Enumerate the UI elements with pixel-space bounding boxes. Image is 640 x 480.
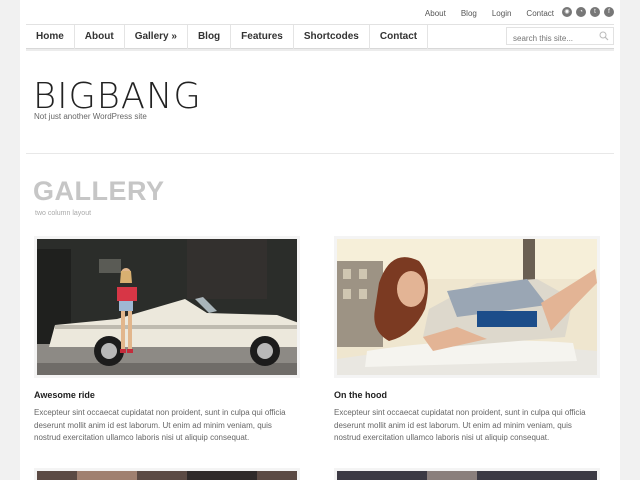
search-input[interactable] bbox=[507, 30, 599, 47]
nav-home[interactable]: Home bbox=[26, 25, 75, 49]
gallery-item-partial[interactable] bbox=[334, 468, 600, 480]
nav-blog[interactable]: Blog bbox=[188, 25, 232, 49]
post-photo[interactable] bbox=[337, 471, 597, 480]
post-title[interactable]: Awesome ride bbox=[34, 390, 300, 400]
page-title: GALLERY bbox=[33, 176, 165, 206]
car-photo[interactable] bbox=[37, 239, 299, 375]
top-links: About Blog Login Contact bbox=[425, 9, 554, 18]
facebook-icon[interactable]: f bbox=[604, 7, 614, 17]
top-link-about[interactable]: About bbox=[425, 9, 446, 18]
nav-shortcodes[interactable]: Shortcodes bbox=[294, 25, 370, 49]
gallery-item: On the hood Excepteur sint occaecat cupi… bbox=[334, 236, 600, 445]
post-excerpt: Excepteur sint occaecat cupidatat non pr… bbox=[334, 408, 586, 442]
hood-photo[interactable] bbox=[337, 239, 597, 375]
nav-features[interactable]: Features bbox=[231, 25, 294, 49]
search-box bbox=[506, 27, 614, 47]
post-photo[interactable] bbox=[37, 471, 297, 480]
nav-about[interactable]: About bbox=[75, 25, 125, 49]
site-logo[interactable]: BIGBANG bbox=[33, 76, 202, 117]
social-icons: ◉ ◔ t f bbox=[562, 7, 614, 17]
feed-icon[interactable]: ◔ bbox=[576, 7, 586, 17]
nav-contact[interactable]: Contact bbox=[370, 25, 429, 49]
post-title[interactable]: On the hood bbox=[334, 390, 600, 400]
top-link-blog[interactable]: Blog bbox=[461, 9, 477, 18]
nav-gallery[interactable]: Gallery » bbox=[125, 25, 188, 49]
site-tagline: Not just another WordPress site bbox=[34, 112, 147, 121]
top-bar: About Blog Login Contact ◉ ◔ t f bbox=[20, 0, 620, 24]
search-icon[interactable] bbox=[599, 31, 609, 41]
gallery-item-partial[interactable] bbox=[34, 468, 300, 480]
top-link-contact[interactable]: Contact bbox=[526, 9, 554, 18]
post-image-frame[interactable] bbox=[334, 236, 600, 378]
gallery-item: Awesome ride Excepteur sint occaecat cup… bbox=[34, 236, 300, 445]
page-subtitle: two column layout bbox=[35, 210, 92, 217]
post-image-frame[interactable] bbox=[34, 236, 300, 378]
page: About Blog Login Contact ◉ ◔ t f Home Ab… bbox=[20, 0, 620, 480]
twitter-icon[interactable]: t bbox=[590, 7, 600, 17]
main-navbar: Home About Gallery » Blog Features Short… bbox=[26, 24, 614, 51]
rss-icon[interactable]: ◉ bbox=[562, 7, 572, 17]
post-excerpt: Excepteur sint occaecat cupidatat non pr… bbox=[34, 408, 286, 442]
header-divider bbox=[26, 153, 614, 154]
top-link-login[interactable]: Login bbox=[492, 9, 512, 18]
